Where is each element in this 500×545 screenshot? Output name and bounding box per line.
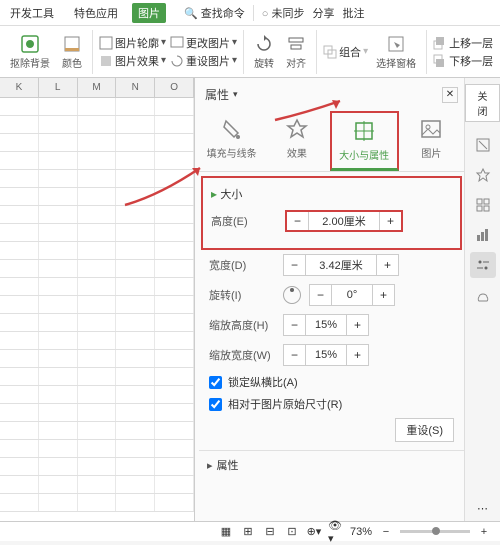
width-input[interactable] (306, 255, 376, 275)
col-k[interactable]: K (0, 78, 39, 97)
width-label: 宽度(D) (209, 257, 279, 273)
rotate-knob[interactable] (283, 286, 301, 304)
rotate-btn[interactable]: 旋转 (250, 32, 278, 72)
rotate-input[interactable] (332, 285, 372, 305)
view-reading-icon[interactable]: ⊡ (284, 524, 300, 540)
height-input[interactable] (309, 212, 379, 230)
scalew-label: 缩放宽度(W) (209, 347, 279, 363)
zoom-slider[interactable] (400, 530, 470, 533)
zoom-out-btn[interactable]: − (378, 524, 394, 540)
tab-effect[interactable]: 效果 (264, 111, 329, 171)
view-eye-icon[interactable]: 👁▾ (328, 524, 344, 540)
send-backward-btn[interactable]: 下移一层 (433, 53, 493, 69)
zoom-in-btn[interactable]: + (476, 524, 492, 540)
height-label: 高度(E) (211, 213, 281, 229)
panel-title: 属性 (205, 86, 229, 103)
scalew-input[interactable] (306, 345, 346, 365)
side-settings-icon[interactable] (470, 252, 496, 278)
change-pic-btn[interactable]: 更改图片 ▾ (170, 35, 237, 51)
bring-forward-btn[interactable]: 上移一层 (433, 35, 493, 51)
view-normal-icon[interactable]: ▦ (218, 524, 234, 540)
view-page-icon[interactable]: ⊞ (240, 524, 256, 540)
side-more-icon[interactable]: ⋯ (470, 495, 496, 521)
width-inc[interactable]: + (376, 255, 398, 275)
tab-special[interactable]: 特色应用 (68, 3, 124, 23)
side-backup-icon[interactable] (470, 282, 496, 308)
search-cmd[interactable]: 🔍 查找命令 (184, 5, 245, 21)
col-m[interactable]: M (78, 78, 117, 97)
scalew-dec[interactable]: − (284, 345, 306, 365)
size-section-title: ▸ 大小 (211, 186, 452, 202)
rotate-label: 旋转(I) (209, 287, 279, 303)
col-o[interactable]: O (155, 78, 194, 97)
annotate-btn[interactable]: 批注 (342, 5, 364, 21)
col-n[interactable]: N (116, 78, 155, 97)
tab-devtools[interactable]: 开发工具 (4, 3, 60, 23)
select-pane-btn[interactable]: 选择窗格 (372, 32, 420, 72)
props-section-toggle[interactable]: ▸ 属性 (199, 450, 464, 479)
height-dec[interactable]: − (287, 212, 309, 230)
pic-outline-btn[interactable]: 图片轮廓 ▾ (99, 35, 166, 51)
rotate-dec[interactable]: − (310, 285, 332, 305)
lock-aspect-check[interactable]: 锁定纵横比(A) (209, 374, 454, 390)
view-layout-icon[interactable]: ⊟ (262, 524, 278, 540)
side-style-icon[interactable] (470, 132, 496, 158)
tab-picture[interactable]: 图片 (399, 111, 464, 171)
side-chart-icon[interactable] (470, 222, 496, 248)
width-dec[interactable]: − (284, 255, 306, 275)
color-btn[interactable]: 颜色 (58, 32, 86, 72)
align-btn[interactable]: 对齐 (282, 32, 310, 72)
reset-size-btn[interactable]: 重设(S) (395, 418, 454, 442)
panel-title-dropdown[interactable]: ▾ (233, 89, 238, 100)
remove-bg-btn[interactable]: 抠除背景 (6, 32, 54, 72)
close-panel-btn[interactable]: 关闭 (465, 84, 500, 122)
rotate-inc[interactable]: + (372, 285, 394, 305)
scaleh-inc[interactable]: + (346, 315, 368, 335)
side-grid-icon[interactable] (470, 192, 496, 218)
tab-size-props[interactable]: 大小与属性 (330, 111, 399, 171)
col-l[interactable]: L (39, 78, 78, 97)
scaleh-label: 缩放高度(H) (209, 317, 279, 333)
scaleh-input[interactable] (306, 315, 346, 335)
reset-pic-btn[interactable]: 重设图片 ▾ (170, 53, 237, 69)
group-btn[interactable]: 组合 ▾ (323, 44, 368, 60)
tab-picture[interactable]: 图片 (132, 3, 166, 23)
share-btn[interactable]: 分享 (312, 5, 334, 21)
spreadsheet-grid[interactable]: K L M N O (0, 78, 195, 521)
panel-close-x[interactable]: ✕ (442, 87, 458, 103)
tab-fill-line[interactable]: 填充与线条 (199, 111, 264, 171)
relative-orig-check[interactable]: 相对于图片原始尺寸(R) (209, 396, 454, 412)
view-freeze-icon[interactable]: ⊕▾ (306, 524, 322, 540)
scaleh-dec[interactable]: − (284, 315, 306, 335)
height-inc[interactable]: + (379, 212, 401, 230)
zoom-value: 73% (350, 526, 372, 538)
scalew-inc[interactable]: + (346, 345, 368, 365)
sync-status[interactable]: ○ 未同步 (262, 5, 305, 21)
side-star-icon[interactable] (470, 162, 496, 188)
pic-effect-btn[interactable]: 图片效果 ▾ (99, 53, 166, 69)
